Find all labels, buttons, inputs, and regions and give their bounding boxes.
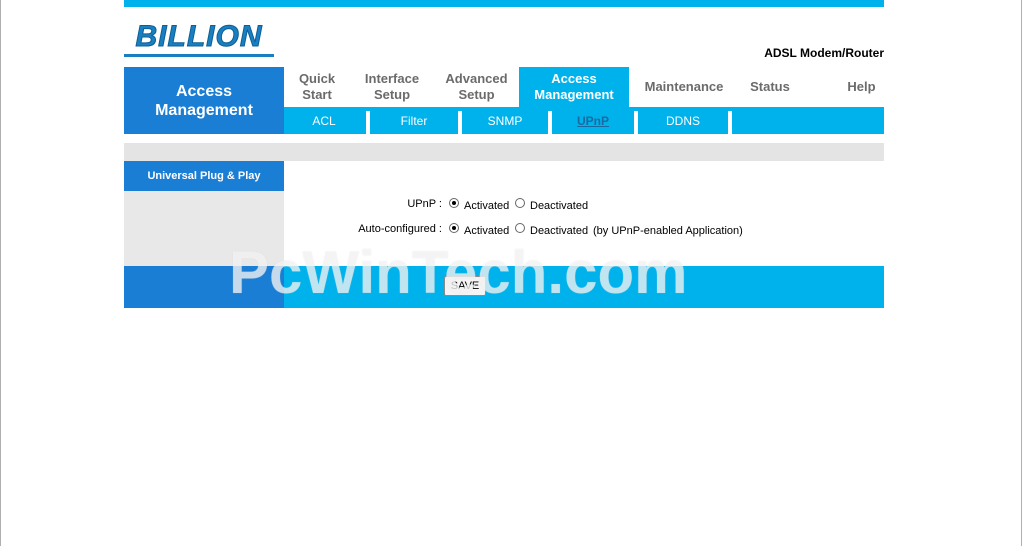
subnav-acl[interactable]: ACL xyxy=(284,107,364,134)
section-title: Access Management xyxy=(124,67,284,134)
auto-deactivated-radio[interactable] xyxy=(515,223,525,233)
upnp-deactivated-radio[interactable] xyxy=(515,198,525,208)
nav-help[interactable]: Help xyxy=(824,67,899,107)
billion-logo: BILLION xyxy=(124,20,274,58)
nav-status[interactable]: Status xyxy=(739,67,801,107)
auto-configured-label: Auto-configured : xyxy=(358,223,442,235)
upnp-activated-label: Activated xyxy=(464,200,510,212)
subnav-ddns[interactable]: DDNS xyxy=(638,107,728,134)
top-accent-bar xyxy=(124,0,884,7)
nav-interface-setup[interactable]: Interface Setup xyxy=(354,67,430,107)
page-spacer-bar xyxy=(124,143,884,161)
auto-activated-label: Activated xyxy=(464,225,510,237)
upnp-label: UPnP : xyxy=(407,198,442,210)
nav-quick-start[interactable]: Quick Start xyxy=(284,67,350,107)
logo-underline xyxy=(124,54,274,57)
sub-nav: ACL Filter SNMP UPnP DDNS xyxy=(284,107,884,134)
subnav-upnp[interactable]: UPnP xyxy=(552,107,634,134)
main-nav: Quick Start Interface Setup Advanced Set… xyxy=(284,67,884,107)
nav-maintenance[interactable]: Maintenance xyxy=(634,67,734,107)
upnp-form: UPnP : Activated Deactivated Auto-config… xyxy=(284,161,884,266)
subnav-divider xyxy=(728,111,732,134)
nav-access-management[interactable]: Access Management xyxy=(519,67,629,107)
subnav-snmp[interactable]: SNMP xyxy=(462,107,548,134)
auto-configured-row: Auto-configured : Activated Deactivated … xyxy=(284,221,884,239)
upnp-deactivated-label: Deactivated xyxy=(530,200,589,212)
auto-deactivated-label: Deactivated xyxy=(530,225,589,237)
nav-advanced-setup[interactable]: Advanced Setup xyxy=(434,67,519,107)
section-title-label: Access Management xyxy=(155,82,253,119)
auto-activated-radio[interactable] xyxy=(449,223,459,233)
form-footer: SAVE xyxy=(284,266,884,308)
side-heading: Universal Plug & Play xyxy=(124,161,284,191)
side-footer xyxy=(124,266,284,308)
auto-configured-note: (by UPnP-enabled Application) xyxy=(593,225,743,237)
logo-wordmark: BILLION xyxy=(135,20,263,53)
side-panel xyxy=(124,191,284,266)
product-name: ADSL Modem/Router xyxy=(764,46,884,60)
subnav-filter[interactable]: Filter xyxy=(370,107,458,134)
upnp-activated-radio[interactable] xyxy=(449,198,459,208)
upnp-row: UPnP : Activated Deactivated xyxy=(284,196,884,214)
save-button[interactable]: SAVE xyxy=(444,276,486,296)
